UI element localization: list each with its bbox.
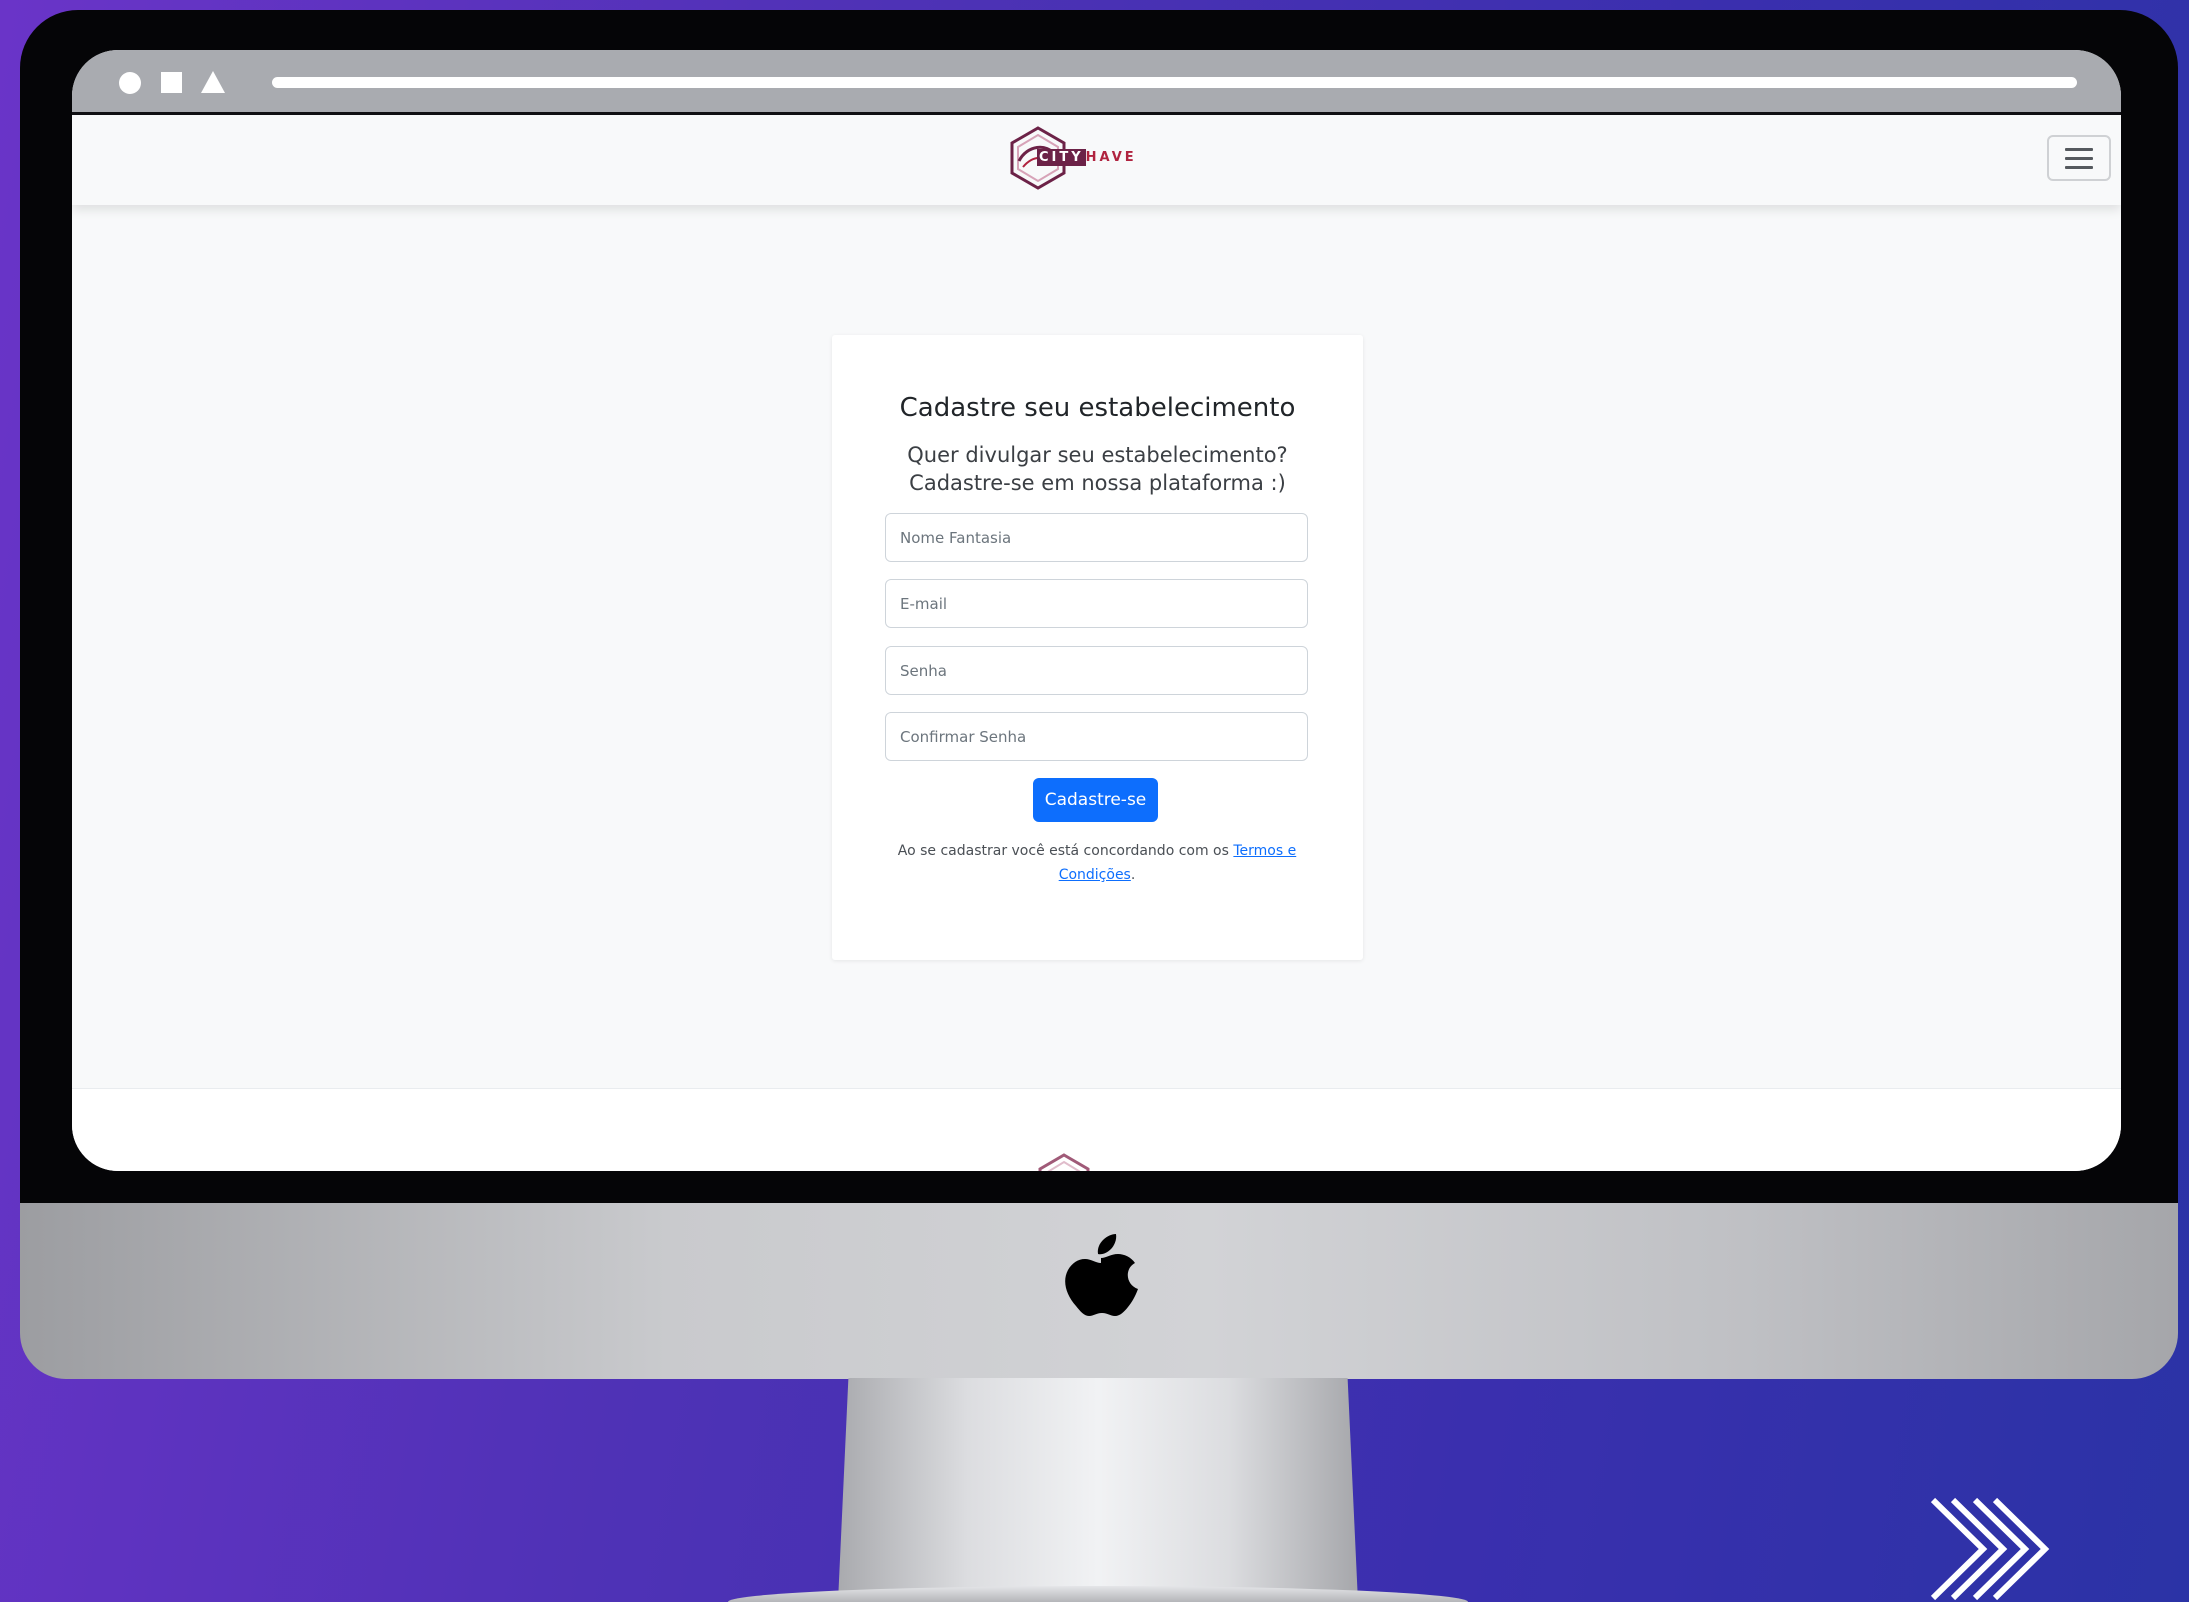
- signup-subtitle: Quer divulgar seu estabelecimento? Cadas…: [832, 441, 1363, 497]
- terms-text: Ao se cadastrar você está concordando co…: [897, 843, 1234, 859]
- hamburger-icon-bar: [2065, 165, 2093, 169]
- brand-logo[interactable]: CITY HAVE: [1007, 125, 1137, 191]
- double-chevron-right-icon: [1930, 1497, 2050, 1601]
- subtitle-line-2: Cadastre-se em nossa plataforma :): [909, 471, 1286, 495]
- signup-button[interactable]: Cadastre-se: [1033, 778, 1158, 822]
- subtitle-line-1: Quer divulgar seu estabelecimento?: [907, 443, 1288, 467]
- menu-toggle-button[interactable]: [2047, 135, 2111, 181]
- brand-logo-text: CITY HAVE: [1037, 149, 1137, 166]
- password-input[interactable]: [885, 646, 1308, 695]
- signup-card: Cadastre seu estabelecimento Quer divulg…: [832, 335, 1363, 960]
- circle-icon: [119, 72, 141, 94]
- trade-name-input[interactable]: [885, 513, 1308, 562]
- email-input[interactable]: [885, 579, 1308, 628]
- imac-stand: [838, 1378, 1358, 1602]
- address-bar[interactable]: [272, 77, 2077, 88]
- footer-logo-icon: [1038, 1153, 1090, 1171]
- confirm-password-input[interactable]: [885, 712, 1308, 761]
- browser-bar: [72, 50, 2121, 112]
- screen: CITY HAVE Cadastre seu estabelecimento Qu…: [72, 50, 2121, 1171]
- terms-end: .: [1130, 867, 1136, 883]
- triangle-icon: [201, 71, 225, 93]
- apple-logo-icon: [1065, 1234, 1138, 1316]
- terms-notice: Ao se cadastrar você está concordando co…: [892, 839, 1302, 887]
- footer: [72, 1088, 2121, 1171]
- hamburger-icon-bar: [2065, 147, 2093, 151]
- navbar: CITY HAVE: [72, 115, 2121, 205]
- page-title: Cadastre seu estabelecimento: [899, 393, 1296, 423]
- hamburger-icon-bar: [2065, 156, 2093, 160]
- square-icon: [161, 72, 182, 93]
